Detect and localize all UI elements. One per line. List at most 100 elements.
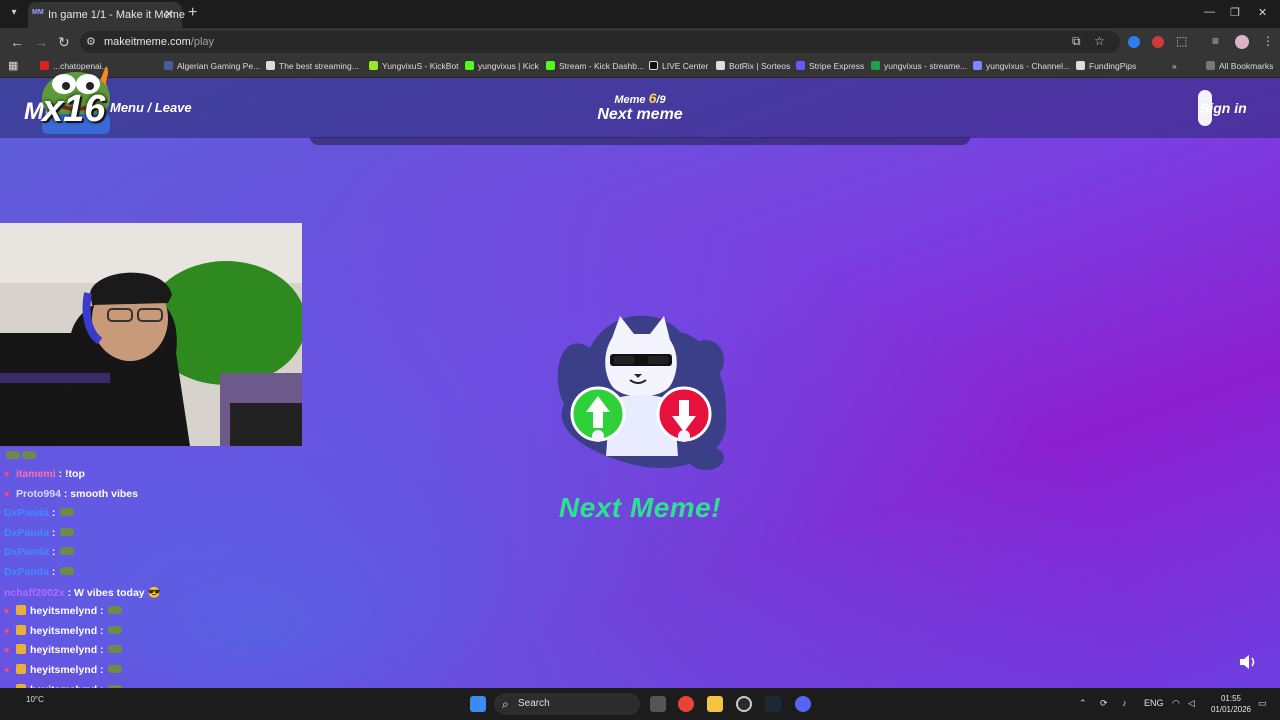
bookmarks-bar: ▦ ...chatopenai... Algerian Gaming Pe...…: [0, 56, 1280, 78]
apps-grid-icon[interactable]: ▦: [8, 59, 18, 72]
chat-username: DxPanda: [4, 507, 49, 520]
bookmark-item[interactable]: yungvixus - streame...: [871, 61, 967, 71]
extensions-icon[interactable]: ⬚: [1176, 34, 1187, 48]
chat-message: nchaff2002x : W vibes today 😎: [4, 586, 161, 599]
minimize-icon[interactable]: —: [1204, 6, 1215, 18]
next-meme-heading: Next Meme!: [558, 492, 722, 523]
more-bookmarks-icon[interactable]: »: [1172, 61, 1177, 71]
combo-multiplier: x16: [42, 88, 106, 130]
microphone-icon[interactable]: ♪: [1122, 698, 1127, 708]
webcam-feed: [0, 223, 302, 446]
chat-badge-icon: ♥: [4, 625, 10, 636]
subscriber-badge-icon: [16, 605, 26, 616]
chat-badge-icon: ♥: [4, 469, 10, 479]
forward-icon[interactable]: →: [34, 34, 48, 50]
vote-cat-illustration: [557, 315, 727, 470]
chat-emote-icon: [60, 527, 75, 536]
bookmark-item[interactable]: yungvixus - Channel...: [973, 61, 1070, 71]
network-icon[interactable]: ⟳: [1100, 698, 1108, 709]
chat-username: heyitsmelynd: [30, 624, 98, 637]
address-bar[interactable]: ⚙ makeitmeme.com/play: [80, 31, 1120, 53]
bookmark-item[interactable]: Algerian Gaming Pe...: [164, 61, 260, 71]
chat-emote-icon: [108, 625, 123, 634]
windows-taskbar: 10°C ⌕ Search ⌃ ⟳ ♪ ENG ◠ ◁ 01:55 01/01/…: [0, 688, 1280, 720]
bookmark-star-icon[interactable]: ☆: [1094, 34, 1105, 48]
obs-icon[interactable]: [736, 696, 752, 712]
chat-emote-icon: [60, 508, 75, 517]
weather-widget[interactable]: 10°C: [26, 695, 44, 704]
address-toolbar: ← → ↻ ⚙ makeitmeme.com/play ⧉ ☆ ⬚ ≡ ⋮: [0, 28, 1280, 56]
chat-message: ♥heyitsmelynd :: [4, 605, 123, 618]
chat-username: heyitsmelynd: [30, 605, 98, 618]
clock[interactable]: 01:55 01/01/2026: [1208, 693, 1254, 715]
bookmark-item[interactable]: FundingPips: [1076, 61, 1136, 71]
chat-message: ♥heyitsmelynd :: [4, 664, 123, 676]
bookmark-item[interactable]: Stripe Express: [796, 61, 864, 71]
chat-message: DxPanda :: [4, 566, 75, 578]
chat-text: !top: [65, 468, 85, 480]
subscriber-badge-icon: [16, 664, 26, 674]
chat-badge-icon: ♥: [4, 645, 10, 656]
reload-icon[interactable]: ↻: [58, 34, 70, 51]
subscriber-badge-icon: [16, 624, 26, 635]
browser-menu-icon[interactable]: ⋮: [1262, 34, 1274, 48]
menu-leave-link[interactable]: Menu / Leave: [110, 100, 192, 115]
extension-icon[interactable]: [1152, 36, 1164, 48]
speaker-icon[interactable]: [1238, 654, 1258, 670]
meme-counter: Meme 6/9: [614, 90, 666, 106]
chat-username: itamemi: [16, 468, 56, 480]
bookmark-item[interactable]: LIVE Center: [649, 61, 708, 71]
tab-search-icon[interactable]: ▾: [6, 5, 22, 21]
all-bookmarks[interactable]: All Bookmarks: [1206, 61, 1273, 71]
chat-username: DxPanda: [4, 526, 49, 539]
chat-username: Proto994: [16, 487, 61, 500]
chat-badge-icon: ♥: [4, 606, 10, 617]
bookmark-item[interactable]: yungvixus | Kick: [465, 61, 539, 71]
bookmark-item[interactable]: YungvixuS - KickBot: [369, 61, 459, 71]
tray-overflow-icon[interactable]: ⌃: [1079, 698, 1087, 709]
chat-emote-icon: [60, 567, 75, 575]
chat-emote-icon: [108, 606, 123, 615]
chat-username: heyitsmelynd: [30, 664, 98, 676]
install-app-icon[interactable]: ⧉: [1072, 34, 1081, 49]
profile-avatar[interactable]: [1235, 35, 1249, 49]
subscriber-badge-icon: [16, 644, 26, 655]
chat-text: W vibes today 😎: [74, 586, 161, 599]
back-icon[interactable]: ←: [10, 34, 24, 50]
browser-tab-strip: ▾ MM In game 1/1 - Make it Meme ✕ + — ❐ …: [0, 0, 1280, 28]
tab-close-icon[interactable]: ✕: [164, 7, 174, 21]
language-indicator[interactable]: ENG: [1144, 698, 1164, 708]
chat-message: ♥ Proto994 : smooth vibes: [4, 487, 138, 500]
chat-username: DxPanda: [4, 566, 49, 578]
chat-message: ♥ itamemi : !top: [4, 468, 85, 480]
bookmark-item[interactable]: BotRix | Sorteos: [716, 61, 790, 71]
chat-emote-icon: [108, 665, 123, 673]
steam-icon[interactable]: [765, 696, 781, 712]
bookmark-item[interactable]: The best streaming...: [266, 61, 359, 71]
reading-list-icon[interactable]: ≡: [1212, 34, 1219, 48]
bookmark-item[interactable]: Stream - Kick Dashb...: [546, 61, 644, 71]
window-close-icon[interactable]: ✕: [1258, 6, 1267, 19]
volume-icon[interactable]: ◁: [1188, 698, 1195, 709]
chat-badge-icon: ♥: [4, 665, 10, 675]
chrome-icon[interactable]: [678, 696, 694, 712]
notification-icon[interactable]: ▭: [1258, 698, 1267, 709]
sign-in-button[interactable]: Sign in: [1200, 100, 1247, 116]
chat-message: ♥heyitsmelynd :: [4, 644, 123, 656]
site-favicon-icon: MM: [32, 9, 44, 16]
chat-message: ♥heyitsmelynd :: [4, 624, 123, 637]
search-icon: ⌕: [502, 697, 509, 711]
wifi-icon[interactable]: ◠: [1172, 698, 1180, 709]
file-explorer-icon[interactable]: [707, 696, 723, 712]
start-icon[interactable]: [470, 696, 486, 712]
site-info-icon[interactable]: ⚙: [86, 35, 96, 48]
active-tab[interactable]: MM In game 1/1 - Make it Meme ✕: [28, 2, 185, 28]
chat-message: DxPanda :: [4, 546, 75, 558]
new-tab-icon[interactable]: +: [188, 4, 197, 22]
task-view-icon[interactable]: [650, 696, 666, 712]
taskbar-search[interactable]: ⌕ Search: [494, 693, 640, 715]
extension-icon[interactable]: [1128, 36, 1140, 48]
chat-message: DxPanda :: [4, 526, 75, 539]
discord-icon[interactable]: [795, 696, 811, 712]
restore-icon[interactable]: ❐: [1230, 6, 1240, 19]
